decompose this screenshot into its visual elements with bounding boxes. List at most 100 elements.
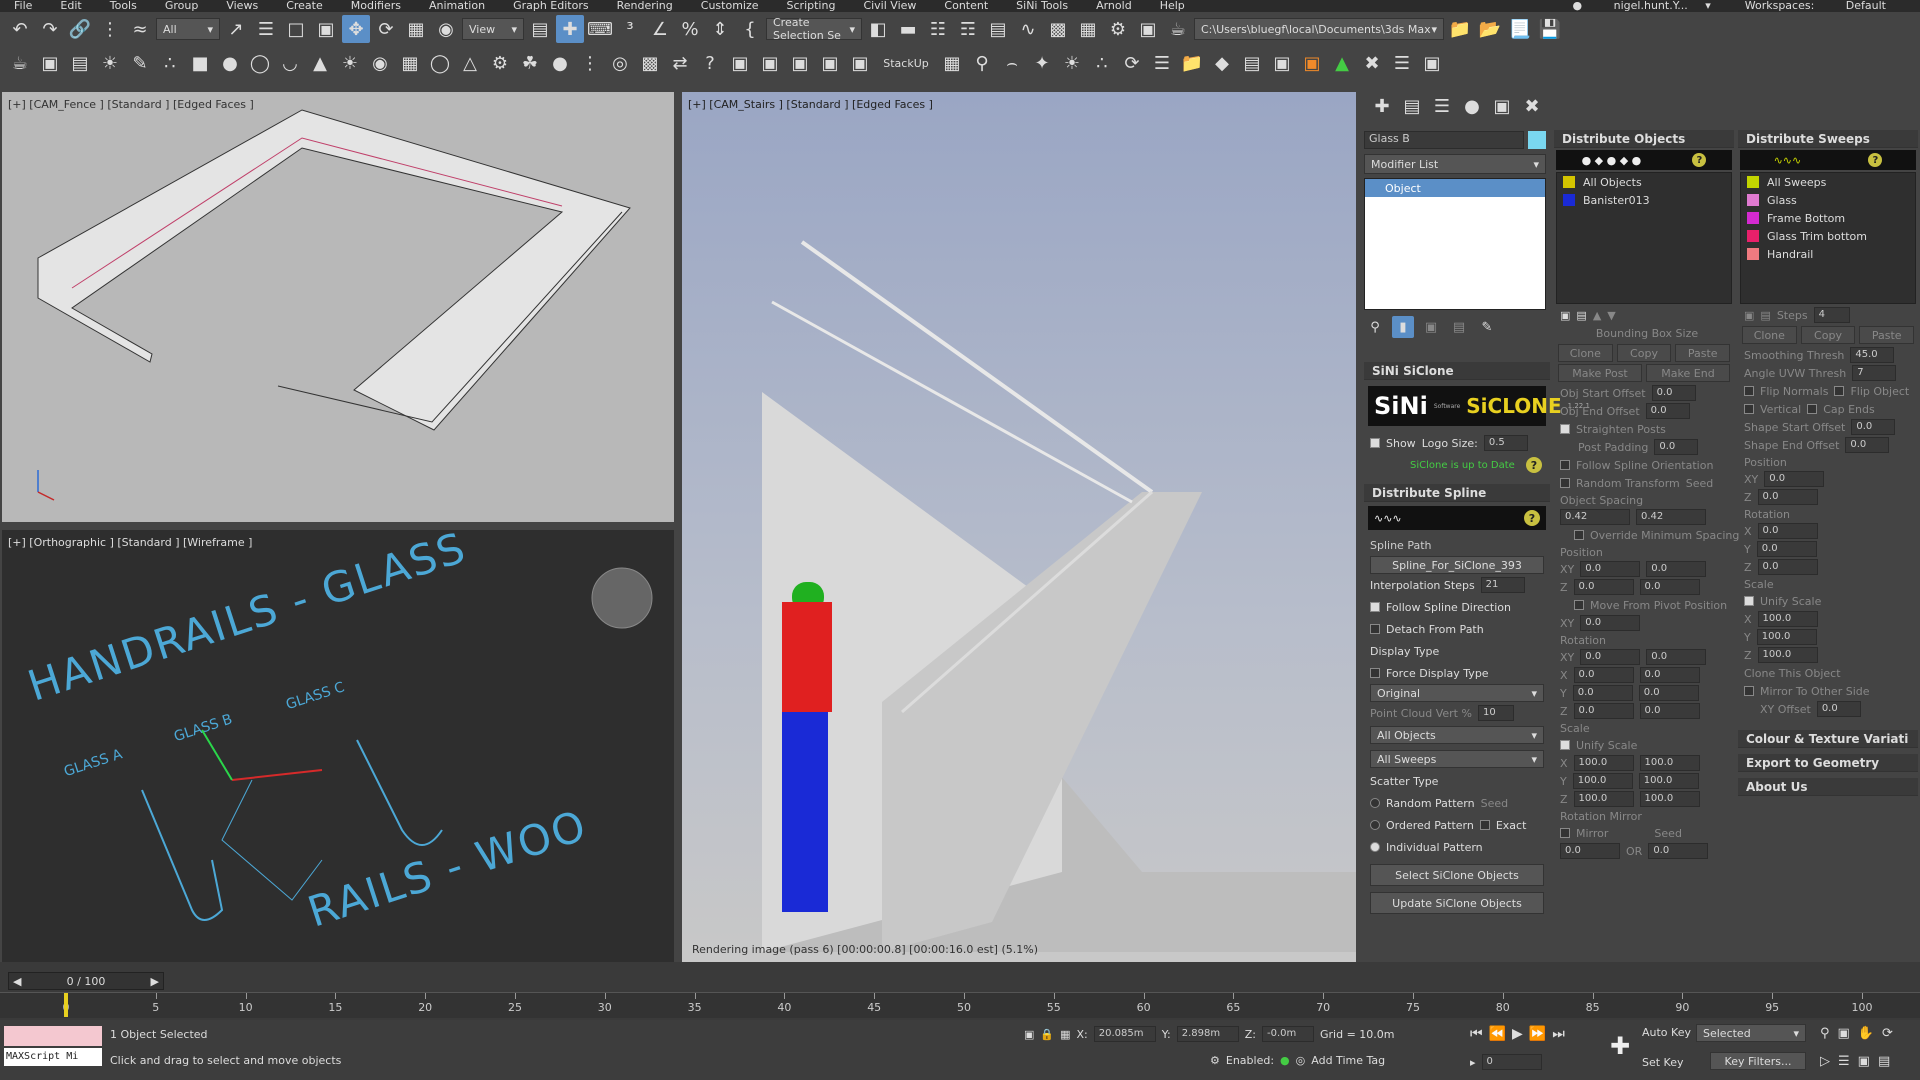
maxscript-mini-listener[interactable]: MAXScript Mi xyxy=(4,1048,102,1066)
menu-edit[interactable]: Edit xyxy=(60,0,81,12)
pos-xy-a[interactable]: 0.0 xyxy=(1580,561,1641,577)
override-checkbox[interactable] xyxy=(1574,530,1584,540)
configure-sets-icon[interactable]: ✎ xyxy=(1476,316,1498,338)
fov-icon[interactable]: ▷ xyxy=(1820,1054,1830,1069)
all-sweeps-dropdown[interactable]: All Sweeps ▾ xyxy=(1370,750,1544,768)
smoothing-field[interactable]: 45.0 xyxy=(1850,347,1895,363)
adaptive-degradation-icon[interactable]: ⚙ xyxy=(1210,1054,1220,1067)
material-editor-icon[interactable]: ▦ xyxy=(1074,15,1102,43)
plant-icon[interactable]: ☘ xyxy=(516,49,544,77)
individual-pattern-radio[interactable] xyxy=(1370,842,1380,852)
maxscript-listener-upper[interactable] xyxy=(4,1026,102,1046)
tool-c-icon[interactable]: ▣ xyxy=(816,49,844,77)
align-icon[interactable]: ▬ xyxy=(894,15,922,43)
menu-scripting[interactable]: Scripting xyxy=(787,0,836,12)
render-production-icon[interactable]: ☕ xyxy=(1164,15,1192,43)
sphere-icon[interactable]: ● xyxy=(216,49,244,77)
export-geometry-rollout[interactable]: Export to Geometry xyxy=(1738,754,1918,772)
exact-checkbox[interactable] xyxy=(1479,820,1490,830)
straighten-checkbox[interactable] xyxy=(1560,424,1570,434)
distribute-sweeps-rollout[interactable]: Distribute Sweeps xyxy=(1738,130,1918,148)
hdri-icon[interactable]: ☀ xyxy=(1058,49,1086,77)
sc-y-a[interactable]: 100.0 xyxy=(1572,773,1633,789)
menu-rendering[interactable]: Rendering xyxy=(617,0,673,12)
lock-icon[interactable]: 🔒 xyxy=(1040,1028,1054,1041)
absolute-mode-icon[interactable]: ▦ xyxy=(1060,1028,1070,1041)
remove-object-icon[interactable]: ▤ xyxy=(1576,309,1586,322)
viewcube-icon[interactable] xyxy=(591,567,653,629)
sweep-unify-checkbox[interactable] xyxy=(1744,596,1754,606)
help-icon[interactable]: ? xyxy=(696,49,724,77)
object-name-field[interactable]: Glass B xyxy=(1364,131,1524,149)
spacing-a-field[interactable]: 0.42 xyxy=(1560,509,1630,525)
add-sweep-icon[interactable]: ▣ xyxy=(1744,309,1754,322)
vertical-checkbox[interactable] xyxy=(1744,404,1754,414)
select-move-icon[interactable]: ✥ xyxy=(342,15,370,43)
select-siclone-button[interactable]: Select SiClone Objects xyxy=(1370,864,1544,886)
display-tab-icon[interactable]: ▣ xyxy=(1490,96,1514,117)
sc-z-b[interactable]: 100.0 xyxy=(1639,791,1700,807)
random-pattern-radio[interactable] xyxy=(1370,798,1380,808)
object-list-item[interactable]: All Objects xyxy=(1557,173,1731,191)
sun-icon[interactable]: ☀ xyxy=(336,49,364,77)
render-frame-icon[interactable]: ▤ xyxy=(66,49,94,77)
workspaces-selector[interactable]: Workspaces: Default xyxy=(1731,0,1900,12)
frame-icon[interactable]: ▣ xyxy=(1268,49,1296,77)
sweep-clone-button[interactable]: Clone xyxy=(1742,326,1797,344)
capsule-icon[interactable]: ◯ xyxy=(426,49,454,77)
select-by-name-icon[interactable]: ☰ xyxy=(252,15,280,43)
go-to-end-icon[interactable]: ⏭ xyxy=(1552,1026,1565,1042)
copy-button[interactable]: Copy xyxy=(1616,344,1672,362)
menu-help[interactable]: Help xyxy=(1160,0,1185,12)
percent-snap-icon[interactable]: % xyxy=(676,15,704,43)
select-place-icon[interactable]: ◉ xyxy=(432,15,460,43)
user-account[interactable]: ● nigel.hunt.Y... ▾ xyxy=(1559,0,1711,12)
about-rollout[interactable]: About Us xyxy=(1738,778,1918,796)
walk-icon[interactable]: ☰ xyxy=(1838,1054,1850,1069)
menu-sini-tools[interactable]: SiNi Tools xyxy=(1016,0,1068,12)
cap-ends-checkbox[interactable] xyxy=(1807,404,1818,414)
project-new-icon[interactable]: 📃 xyxy=(1506,15,1534,43)
scatter-b-icon[interactable]: ∴ xyxy=(1088,49,1116,77)
select-manipulate-icon[interactable]: ✚ xyxy=(556,15,584,43)
tool-a-icon[interactable]: ▣ xyxy=(756,49,784,77)
z-coord-field[interactable]: -0.0m xyxy=(1261,1026,1314,1042)
select-object-icon[interactable]: ↗ xyxy=(222,15,250,43)
tree-icon[interactable]: ▲ xyxy=(1328,49,1356,77)
keyboard-shortcut-icon[interactable]: ⌨ xyxy=(586,15,614,43)
viewport-orthographic[interactable]: [+] [Orthographic ] [Standard ] [Wirefra… xyxy=(2,530,674,962)
rot-z-a[interactable]: 0.0 xyxy=(1573,703,1634,719)
current-frame-field[interactable]: 0 xyxy=(1481,1054,1542,1070)
pos-z-b[interactable]: 0.0 xyxy=(1639,579,1700,595)
point-cloud-field[interactable]: 10 xyxy=(1477,705,1514,721)
sc-y-b[interactable]: 100.0 xyxy=(1638,773,1699,789)
arc-icon[interactable]: ⌢ xyxy=(998,49,1026,77)
distribute-spline-rollout[interactable]: Distribute Spline xyxy=(1364,484,1550,502)
angle-snap-icon[interactable]: ∠ xyxy=(646,15,674,43)
render-icon[interactable]: ▣ xyxy=(36,49,64,77)
menu-content[interactable]: Content xyxy=(944,0,988,12)
time-cursor[interactable] xyxy=(64,993,68,1017)
object-color-swatch[interactable] xyxy=(1528,131,1546,149)
rot-xy-b[interactable]: 0.0 xyxy=(1646,649,1707,665)
detach-checkbox[interactable] xyxy=(1370,624,1380,634)
x-coord-field[interactable]: 20.085m xyxy=(1093,1026,1156,1042)
viewport-cam-stairs[interactable]: [+] [CAM_Stairs ] [Standard ] [Edged Fac… xyxy=(682,92,1356,962)
grid-icon[interactable]: ▦ xyxy=(396,49,424,77)
follow-spline-checkbox[interactable] xyxy=(1370,602,1380,612)
rot-x-a[interactable]: 0.0 xyxy=(1573,667,1634,683)
tool-d-icon[interactable]: ▣ xyxy=(846,49,874,77)
hierarchy-tab-icon[interactable]: ☰ xyxy=(1430,96,1454,117)
select-scale-icon[interactable]: ▦ xyxy=(402,15,430,43)
angle-uvw-field[interactable]: 7 xyxy=(1852,365,1897,381)
sweep-sc-z[interactable]: 100.0 xyxy=(1757,647,1818,663)
mirror-icon[interactable]: ◧ xyxy=(864,15,892,43)
orbit-icon[interactable]: ⟳ xyxy=(1882,1026,1893,1041)
connect-icon[interactable]: ◆ xyxy=(1208,49,1236,77)
sc-z-a[interactable]: 100.0 xyxy=(1573,791,1634,807)
obj-start-field[interactable]: 0.0 xyxy=(1651,385,1696,401)
rot-y-b[interactable]: 0.0 xyxy=(1638,685,1699,701)
menu-modifiers[interactable]: Modifiers xyxy=(351,0,401,12)
redo-icon[interactable]: ↷ xyxy=(36,15,64,43)
named-selection-set-dropdown[interactable]: Create Selection Se ▾ xyxy=(766,16,862,42)
